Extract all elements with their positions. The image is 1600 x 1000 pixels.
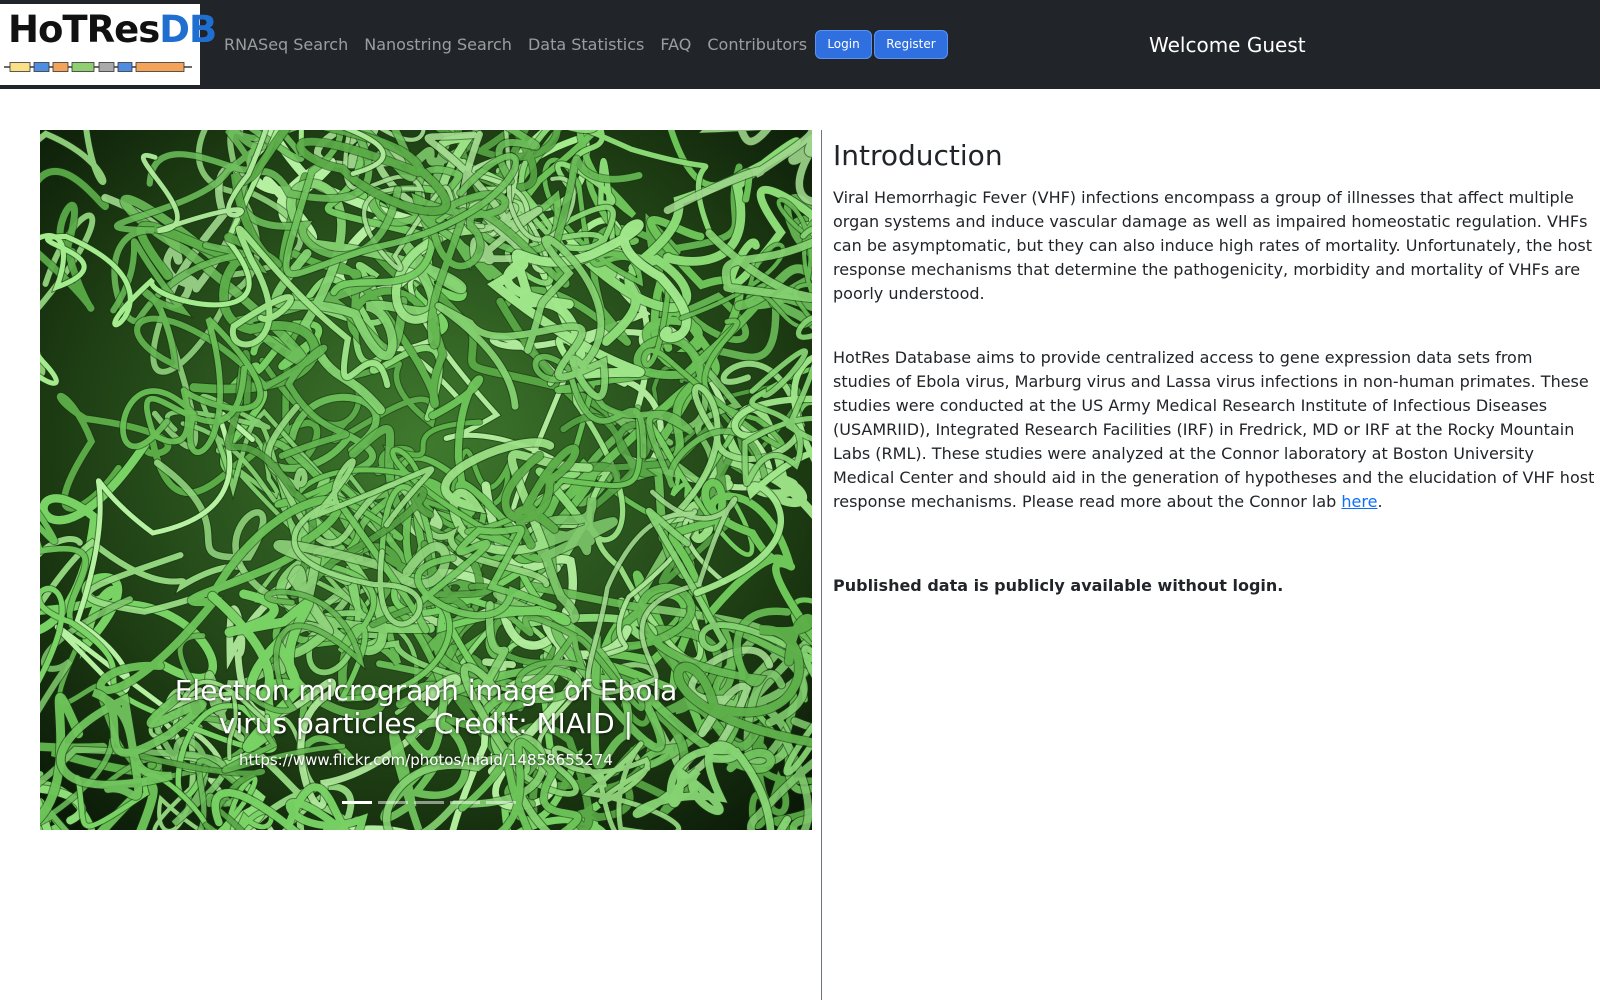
vertical-divider: [821, 130, 822, 1000]
register-button[interactable]: Register: [874, 30, 948, 59]
login-button[interactable]: Login: [815, 30, 872, 59]
top-navbar: HoTResDB RNASeq Search Nanostring Search…: [0, 0, 1600, 89]
intro-paragraph-database-text: HotRes Database aims to provide centrali…: [833, 348, 1595, 511]
carousel-caption-source: https://www.flickr.com/photos/niaid/1485…: [239, 751, 613, 769]
carousel-prev-control[interactable]: [40, 130, 150, 830]
carousel-indicator-3[interactable]: [414, 801, 444, 804]
carousel-next-control[interactable]: [702, 130, 812, 830]
nav-rnaseq-search[interactable]: RNASeq Search: [224, 30, 348, 60]
logo-text: HoTResDB: [8, 8, 217, 51]
nav-nanostring-search[interactable]: Nanostring Search: [364, 30, 512, 60]
nav-faq[interactable]: FAQ: [660, 30, 691, 60]
nav-contributors[interactable]: Contributors: [707, 30, 807, 60]
carousel-caption-title: Electron micrograph image of Ebola virus…: [174, 674, 678, 740]
carousel-indicator-4[interactable]: [450, 801, 480, 804]
nav-data-statistics[interactable]: Data Statistics: [528, 30, 644, 60]
nav-links: RNASeq Search Nanostring Search Data Sta…: [216, 30, 823, 60]
image-carousel: Electron micrograph image of Ebola virus…: [40, 130, 812, 830]
carousel-indicator-1[interactable]: [342, 801, 372, 804]
logo-gene-track-icon: [4, 62, 192, 72]
carousel-indicators: [339, 801, 519, 804]
carousel-indicator-2[interactable]: [378, 801, 408, 804]
introduction-heading: Introduction: [833, 139, 1003, 172]
public-data-notice: Published data is publicly available wit…: [833, 576, 1284, 595]
carousel-indicator-5[interactable]: [486, 801, 516, 804]
hotresdb-logo[interactable]: HoTResDB: [0, 4, 217, 85]
introduction-section: Introduction Viral Hemorrhagic Fever (VH…: [833, 136, 1595, 595]
intro-paragraph-database: HotRes Database aims to provide centrali…: [833, 346, 1595, 514]
welcome-guest-text: Welcome Guest: [1149, 33, 1306, 57]
connor-lab-link[interactable]: here: [1341, 492, 1377, 511]
intro-paragraph-vhf: Viral Hemorrhagic Fever (VHF) infections…: [833, 188, 1593, 303]
link-suffix: .: [1377, 492, 1383, 511]
